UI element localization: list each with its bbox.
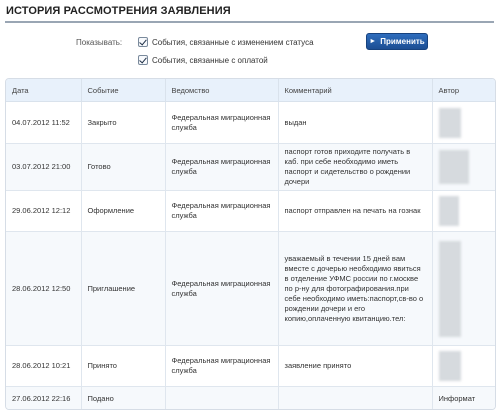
cell-agency xyxy=(165,387,278,410)
redacted-author xyxy=(439,241,461,337)
cell-author xyxy=(432,232,495,346)
cell-comment: уважаемый в течении 15 дней вам вместе с… xyxy=(278,232,432,346)
cell-comment: паспорт отправлен на печать на гознак xyxy=(278,191,432,232)
table-row: 28.06.2012 10:21 Принято Федеральная миг… xyxy=(6,346,495,387)
payments-label: События, связанные с оплатой xyxy=(152,56,268,65)
cell-author xyxy=(432,191,495,232)
status-changes-label: События, связанные с изменением статуса xyxy=(152,38,314,47)
cell-date: 04.07.2012 11:52 xyxy=(6,102,81,144)
cell-agency: Федеральная миграционная служба xyxy=(165,191,278,232)
apply-button-label: Применить xyxy=(380,37,425,46)
cell-date: 28.06.2012 10:21 xyxy=(6,346,81,387)
cell-agency: Федеральная миграционная служба xyxy=(165,346,278,387)
cell-date: 29.06.2012 12:12 xyxy=(6,191,81,232)
table-header-row: Дата Событие Ведомство Комментарий Автор xyxy=(6,79,495,102)
cell-event: Готово xyxy=(81,144,165,191)
redacted-author xyxy=(439,150,469,184)
cell-comment xyxy=(278,387,432,410)
cell-event: Приглашение xyxy=(81,232,165,346)
filters-label: Показывать: xyxy=(76,38,122,47)
redacted-author xyxy=(439,108,461,138)
cell-comment: паспорт готов приходите получать в каб. … xyxy=(278,144,432,191)
col-author: Автор xyxy=(432,79,495,102)
cell-author: Информат xyxy=(432,387,495,410)
cell-event: Принято xyxy=(81,346,165,387)
history-table-container: Дата Событие Ведомство Комментарий Автор… xyxy=(5,78,496,410)
filter-status-changes[interactable]: События, связанные с изменением статуса xyxy=(138,37,314,47)
cell-agency: Федеральная миграционная служба xyxy=(165,232,278,346)
cell-date: 28.06.2012 12:50 xyxy=(6,232,81,346)
table-row: 04.07.2012 11:52 Закрыто Федеральная миг… xyxy=(6,102,495,144)
status-changes-checkbox[interactable] xyxy=(138,37,148,47)
cell-author xyxy=(432,144,495,191)
table-row: 03.07.2012 21:00 Готово Федеральная мигр… xyxy=(6,144,495,191)
cell-agency: Федеральная миграционная служба xyxy=(165,144,278,191)
col-agency: Ведомство xyxy=(165,79,278,102)
payments-checkbox[interactable] xyxy=(138,55,148,65)
cell-date: 03.07.2012 21:00 xyxy=(6,144,81,191)
title-divider xyxy=(5,21,494,23)
cell-event: Подано xyxy=(81,387,165,410)
table-row: 28.06.2012 12:50 Приглашение Федеральная… xyxy=(6,232,495,346)
redacted-author xyxy=(439,196,459,226)
cell-date: 27.06.2012 22:16 xyxy=(6,387,81,410)
apply-button[interactable]: ► Применить xyxy=(366,33,428,50)
col-event: Событие xyxy=(81,79,165,102)
cell-author xyxy=(432,346,495,387)
table-row: 27.06.2012 22:16 Подано Информат xyxy=(6,387,495,410)
play-arrow-icon: ► xyxy=(369,38,376,45)
page-title: ИСТОРИЯ РАССМОТРЕНИЯ ЗАЯВЛЕНИЯ xyxy=(6,5,231,17)
redacted-author xyxy=(439,351,461,381)
history-table: Дата Событие Ведомство Комментарий Автор… xyxy=(6,79,495,410)
cell-comment: выдан xyxy=(278,102,432,144)
cell-event: Закрыто xyxy=(81,102,165,144)
cell-comment: заявление принято xyxy=(278,346,432,387)
filter-payments[interactable]: События, связанные с оплатой xyxy=(138,55,268,65)
cell-agency: Федеральная миграционная служба xyxy=(165,102,278,144)
cell-author xyxy=(432,102,495,144)
col-date: Дата xyxy=(6,79,81,102)
table-row: 29.06.2012 12:12 Оформление Федеральная … xyxy=(6,191,495,232)
col-comment: Комментарий xyxy=(278,79,432,102)
cell-event: Оформление xyxy=(81,191,165,232)
